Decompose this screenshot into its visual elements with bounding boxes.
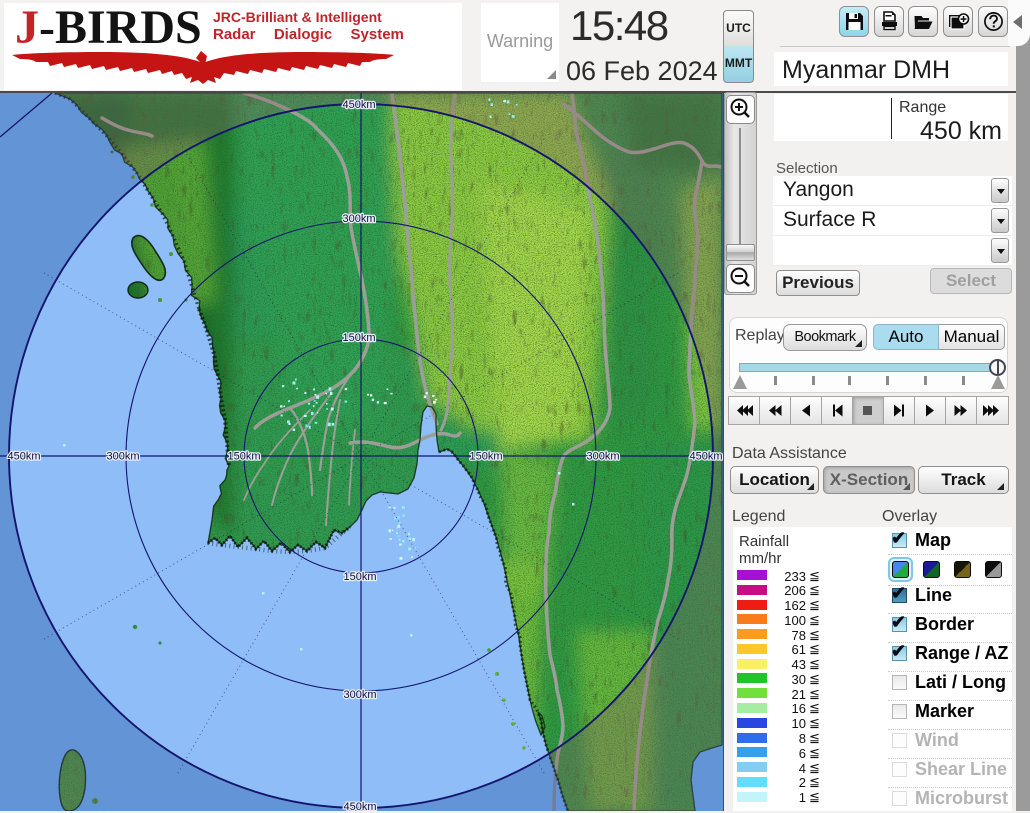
svg-text:450km: 450km xyxy=(7,451,40,463)
svg-text:450km: 450km xyxy=(343,801,376,811)
svg-text:300km: 300km xyxy=(106,451,139,463)
svg-text:300km: 300km xyxy=(343,689,376,701)
svg-text:300km: 300km xyxy=(586,451,619,463)
svg-text:150km: 150km xyxy=(342,332,375,344)
svg-text:450km: 450km xyxy=(342,99,375,111)
svg-text:150km: 150km xyxy=(343,571,376,583)
svg-text:450km: 450km xyxy=(689,451,722,463)
svg-text:150km: 150km xyxy=(469,451,502,463)
svg-text:300km: 300km xyxy=(342,213,375,225)
svg-text:150km: 150km xyxy=(227,451,260,463)
